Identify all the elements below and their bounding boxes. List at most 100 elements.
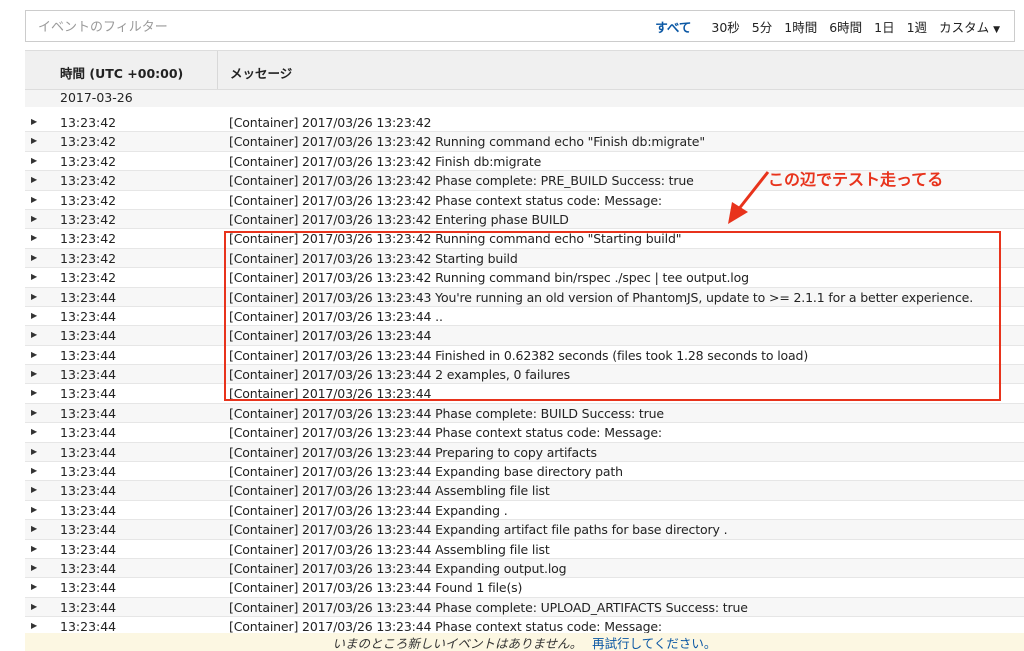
row-time: 13:23:44 [60, 619, 117, 635]
row-time: 13:23:44 [60, 405, 117, 421]
triangle-right-icon[interactable]: ▶ [31, 136, 37, 145]
row-time: 13:23:42 [60, 192, 117, 208]
triangle-right-icon[interactable]: ▶ [31, 466, 37, 475]
event-filter-input[interactable] [32, 17, 592, 37]
table-row[interactable]: ▶ 13:23:44 [Container] 2017/03/26 13:23:44… [25, 558, 1024, 579]
triangle-right-icon[interactable]: ▶ [31, 602, 37, 611]
row-message: [Container] 2017/03/26 13:23:44 Phase co… [229, 599, 748, 615]
range-6h[interactable]: 6時間 [829, 17, 862, 36]
column-header-time[interactable]: 時間 (UTC +00:00) [60, 63, 183, 82]
row-message: [Container] 2017/03/26 13:23:44 Assembli… [229, 541, 550, 557]
row-time: 13:23:44 [60, 347, 117, 363]
row-time: 13:23:42 [60, 250, 117, 266]
annotation-highlight-box [224, 231, 1001, 401]
row-message: [Container] 2017/03/26 13:23:44 Expandin… [229, 464, 623, 480]
date-group-row: 2017-03-26 [25, 90, 1024, 107]
range-all[interactable]: すべて [655, 17, 691, 36]
range-1d[interactable]: 1日 [874, 17, 894, 36]
triangle-right-icon[interactable]: ▶ [31, 369, 37, 378]
triangle-right-icon[interactable]: ▶ [31, 175, 37, 184]
row-time: 13:23:44 [60, 483, 117, 499]
row-time: 13:23:42 [60, 115, 117, 130]
range-30s[interactable]: 30秒 [711, 17, 739, 36]
triangle-right-icon[interactable]: ▶ [31, 253, 37, 262]
table-row[interactable]: ▶ 13:23:44 [Container] 2017/03/26 13:23:44… [25, 578, 1024, 598]
triangle-right-icon[interactable]: ▶ [31, 524, 37, 533]
triangle-right-icon[interactable]: ▶ [31, 544, 37, 553]
triangle-right-icon[interactable]: ▶ [31, 214, 37, 223]
table-row[interactable]: ▶ 13:23:44 [Container] 2017/03/26 13:23:44… [25, 500, 1024, 521]
annotation-text: この辺でテスト走ってる [768, 170, 944, 189]
table-row[interactable]: ▶ 13:23:44 [Container] 2017/03/26 13:23:44… [25, 403, 1024, 424]
table-row[interactable]: ▶ 13:23:44 [Container] 2017/03/26 13:23:44… [25, 462, 1024, 482]
column-header-message[interactable]: メッセージ [230, 63, 292, 82]
row-time: 13:23:44 [60, 464, 117, 480]
row-time: 13:23:44 [60, 425, 117, 441]
triangle-right-icon[interactable]: ▶ [31, 272, 37, 281]
no-new-events-message: いまのところ新しいイベントはありません。 [332, 636, 583, 651]
table-row[interactable]: ▶ 13:23:44 [Container] 2017/03/26 13:23:44… [25, 539, 1024, 559]
range-custom-dropdown[interactable]: カスタム ▼ [939, 17, 1000, 36]
row-time: 13:23:42 [60, 231, 117, 247]
row-message: [Container] 2017/03/26 13:23:44 Assembli… [229, 483, 550, 499]
triangle-right-icon[interactable]: ▶ [31, 330, 37, 339]
row-time: 13:23:42 [60, 153, 117, 169]
row-message: [Container] 2017/03/26 13:23:44 Expandin… [229, 522, 728, 538]
row-time: 13:23:44 [60, 502, 117, 518]
row-time: 13:23:44 [60, 444, 117, 460]
triangle-right-icon[interactable]: ▶ [31, 388, 37, 397]
table-row[interactable]: ▶ 13:23:42 [Container] 2017/03/26 13:23:42… [25, 190, 1024, 210]
triangle-right-icon[interactable]: ▶ [31, 195, 37, 204]
triangle-right-icon[interactable]: ▶ [31, 233, 37, 242]
table-row[interactable]: ▶ 13:23:44 [Container] 2017/03/26 13:23:44… [25, 442, 1024, 463]
status-footer: いまのところ新しいイベントはありません。 再試行してください。 [25, 633, 1024, 651]
row-time: 13:23:44 [60, 289, 117, 305]
table-row[interactable]: ▶ 13:23:44 [Container] 2017/03/26 13:23:44… [25, 597, 1024, 618]
row-time: 13:23:44 [60, 308, 117, 324]
retry-link[interactable]: 再試行してください。 [592, 636, 716, 651]
row-message: [Container] 2017/03/26 13:23:42 Phase co… [229, 173, 694, 189]
triangle-right-icon[interactable]: ▶ [31, 582, 37, 591]
row-message: [Container] 2017/03/26 13:23:42 Entering… [229, 211, 569, 227]
table-row[interactable]: ▶ 13:23:44 [Container] 2017/03/26 13:23:44… [25, 423, 1024, 443]
range-1h[interactable]: 1時間 [784, 17, 817, 36]
triangle-right-icon[interactable]: ▶ [31, 427, 37, 436]
triangle-right-icon[interactable]: ▶ [31, 156, 37, 165]
row-message: [Container] 2017/03/26 13:23:44 Preparin… [229, 444, 597, 460]
row-time: 13:23:42 [60, 211, 117, 227]
row-message: [Container] 2017/03/26 13:23:42 Finish d… [229, 153, 542, 169]
time-range-selector: すべて 30秒 5分 1時間 6時間 1日 1週 カスタム ▼ [655, 11, 1000, 41]
row-time: 13:23:44 [60, 541, 117, 557]
triangle-right-icon[interactable]: ▶ [31, 408, 37, 417]
table-row[interactable]: ▶ 13:23:44 [Container] 2017/03/26 13:23:44… [25, 481, 1024, 501]
range-1w[interactable]: 1週 [907, 17, 927, 36]
triangle-right-icon[interactable]: ▶ [31, 505, 37, 514]
table-row[interactable]: ▶ 13:23:42 [Container] 2017/03/26 13:23:42… [25, 132, 1024, 152]
triangle-right-icon[interactable]: ▶ [31, 117, 37, 126]
triangle-right-icon[interactable]: ▶ [31, 292, 37, 301]
row-time: 13:23:44 [60, 386, 117, 402]
row-time: 13:23:42 [60, 270, 117, 286]
triangle-right-icon[interactable]: ▶ [31, 311, 37, 320]
table-row[interactable]: ▶ 13:23:42 [Container] 2017/03/26 13:23:42… [25, 209, 1024, 230]
range-5m[interactable]: 5分 [752, 17, 772, 36]
row-message: [Container] 2017/03/26 13:23:42 [229, 115, 432, 130]
triangle-right-icon[interactable]: ▶ [31, 621, 37, 630]
row-message: [Container] 2017/03/26 13:23:44 Phase co… [229, 405, 664, 421]
row-time: 13:23:42 [60, 173, 117, 189]
row-message: [Container] 2017/03/26 13:23:44 Phase co… [229, 425, 662, 441]
table-row[interactable]: ▶ 13:23:42 [Container] 2017/03/26 13:23:42 [25, 113, 1024, 133]
row-message: [Container] 2017/03/26 13:23:44 Expandin… [229, 502, 508, 518]
row-message: [Container] 2017/03/26 13:23:42 Phase co… [229, 192, 662, 208]
log-toolbar: すべて 30秒 5分 1時間 6時間 1日 1週 カスタム▼ [25, 10, 1015, 42]
triangle-right-icon[interactable]: ▶ [31, 447, 37, 456]
triangle-right-icon[interactable]: ▶ [31, 563, 37, 572]
caret-down-icon: ▼ [993, 24, 1000, 35]
triangle-right-icon[interactable]: ▶ [31, 485, 37, 494]
table-header: 時間 (UTC +00:00) メッセージ [25, 50, 1024, 90]
row-message: [Container] 2017/03/26 13:23:42 Running … [229, 134, 705, 150]
table-row[interactable]: ▶ 13:23:44 [Container] 2017/03/26 13:23:44… [25, 520, 1024, 540]
triangle-right-icon[interactable]: ▶ [31, 350, 37, 359]
column-divider [217, 51, 218, 89]
row-message: [Container] 2017/03/26 13:23:44 Found 1 … [229, 580, 523, 596]
